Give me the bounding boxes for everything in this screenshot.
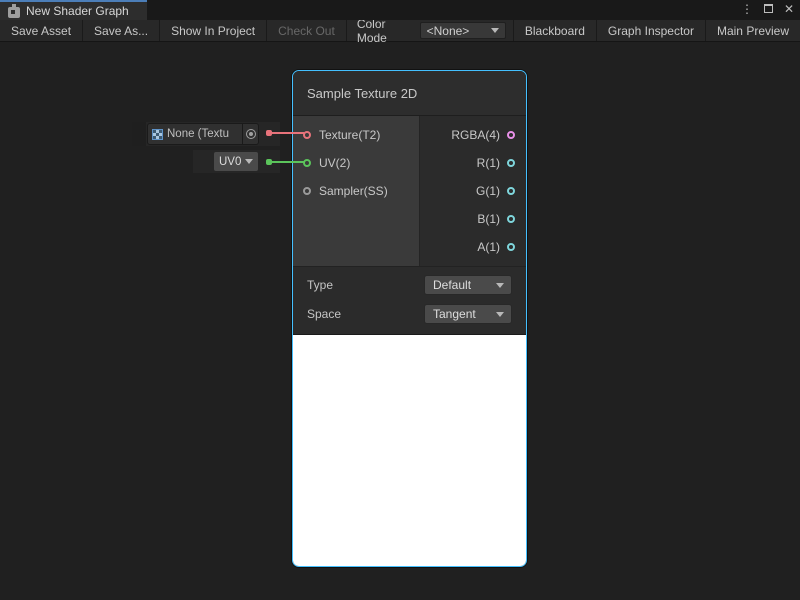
texture-object-field[interactable]: None (Textu	[147, 123, 259, 145]
save-as-button[interactable]: Save As...	[83, 20, 160, 41]
color-mode-dropdown[interactable]: <None>	[420, 22, 506, 39]
check-out-button: Check Out	[267, 20, 347, 41]
main-preview-toggle-button[interactable]: Main Preview	[706, 20, 800, 41]
color-mode-value: <None>	[427, 24, 470, 38]
shader-graph-window: New Shader Graph ⋮ ✕ Save Asset Save As.…	[0, 0, 800, 600]
port-ring-r[interactable]	[507, 159, 515, 167]
tab-title: New Shader Graph	[26, 4, 129, 18]
port-ring-g[interactable]	[507, 187, 515, 195]
port-label: A(1)	[477, 240, 500, 254]
window-controls: ⋮ ✕	[740, 0, 796, 18]
node-title-bar[interactable]: Sample Texture 2D	[293, 71, 526, 115]
node-settings-area: Type Default Space Tangent	[293, 266, 526, 334]
type-label: Type	[307, 278, 333, 292]
uv-wire[interactable]	[271, 161, 304, 163]
output-port-g[interactable]: G(1)	[420, 177, 526, 205]
output-ports-panel: RGBA(4) R(1) G(1) B(1)	[420, 116, 526, 266]
save-asset-button[interactable]: Save Asset	[0, 20, 83, 41]
texture-slot-cell	[132, 122, 146, 146]
texture-input-widget: None (Textu	[132, 122, 280, 146]
object-picker-icon	[246, 129, 256, 139]
node-title: Sample Texture 2D	[307, 86, 417, 101]
port-ring-b[interactable]	[507, 215, 515, 223]
tab-new-shader-graph[interactable]: New Shader Graph	[0, 0, 147, 20]
chevron-down-icon	[491, 28, 499, 33]
port-label: UV(2)	[319, 156, 350, 170]
texture-field-value: None (Textu	[167, 128, 242, 140]
input-ports-panel: Texture(T2) UV(2) Sampler(SS)	[293, 116, 420, 266]
node-preview	[293, 334, 526, 567]
port-label: Sampler(SS)	[319, 184, 388, 198]
uv-dropdown-value: UV0	[219, 156, 241, 168]
port-label: B(1)	[477, 212, 500, 226]
type-dropdown[interactable]: Default	[424, 275, 512, 295]
output-port-rgba[interactable]: RGBA(4)	[420, 121, 526, 149]
input-port-sampler[interactable]: Sampler(SS)	[293, 177, 419, 205]
uv-channel-dropdown[interactable]: UV0	[213, 151, 259, 172]
color-mode-label: Color Mode	[347, 20, 420, 41]
port-ring-sampler[interactable]	[303, 187, 311, 195]
space-label: Space	[307, 307, 341, 321]
space-setting-row: Space Tangent	[307, 304, 512, 324]
type-value: Default	[433, 278, 471, 292]
port-label: R(1)	[477, 156, 500, 170]
output-port-a[interactable]: A(1)	[420, 233, 526, 261]
shader-graph-icon	[8, 7, 20, 18]
toolbar-right-group: Color Mode <None> Blackboard Graph Inspe…	[347, 20, 800, 41]
node-port-area: Texture(T2) UV(2) Sampler(SS) RGBA(4)	[293, 115, 526, 266]
port-label: RGBA(4)	[451, 128, 500, 142]
chevron-down-icon	[496, 312, 504, 317]
space-dropdown[interactable]: Tangent	[424, 304, 512, 324]
output-port-b[interactable]: B(1)	[420, 205, 526, 233]
space-value: Tangent	[433, 307, 476, 321]
node-sample-texture-2d[interactable]: Sample Texture 2D Texture(T2) UV(2) Samp…	[292, 70, 527, 567]
maximize-icon[interactable]	[761, 2, 775, 16]
kebab-menu-icon[interactable]: ⋮	[740, 2, 754, 16]
graph-canvas[interactable]: Sample Texture 2D Texture(T2) UV(2) Samp…	[0, 42, 800, 600]
port-ring-rgba[interactable]	[507, 131, 515, 139]
output-port-r[interactable]: R(1)	[420, 149, 526, 177]
close-icon[interactable]: ✕	[782, 2, 796, 16]
chevron-down-icon	[496, 283, 504, 288]
show-in-project-button[interactable]: Show In Project	[160, 20, 267, 41]
port-label: G(1)	[476, 184, 500, 198]
object-picker-button[interactable]	[242, 123, 258, 145]
toolbar: Save Asset Save As... Show In Project Ch…	[0, 20, 800, 42]
chevron-down-icon	[245, 159, 253, 164]
tab-bar: New Shader Graph ⋮ ✕	[0, 0, 800, 20]
type-setting-row: Type Default	[307, 275, 512, 295]
graph-inspector-toggle-button[interactable]: Graph Inspector	[597, 20, 706, 41]
port-ring-a[interactable]	[507, 243, 515, 251]
input-port-texture[interactable]: Texture(T2)	[293, 121, 419, 149]
port-label: Texture(T2)	[319, 128, 380, 142]
input-port-uv[interactable]: UV(2)	[293, 149, 419, 177]
port-ring-uv[interactable]	[303, 159, 311, 167]
texture-wire[interactable]	[271, 132, 304, 134]
blackboard-toggle-button[interactable]: Blackboard	[514, 20, 597, 41]
texture-checker-icon	[152, 129, 163, 140]
port-ring-texture[interactable]	[303, 131, 311, 139]
